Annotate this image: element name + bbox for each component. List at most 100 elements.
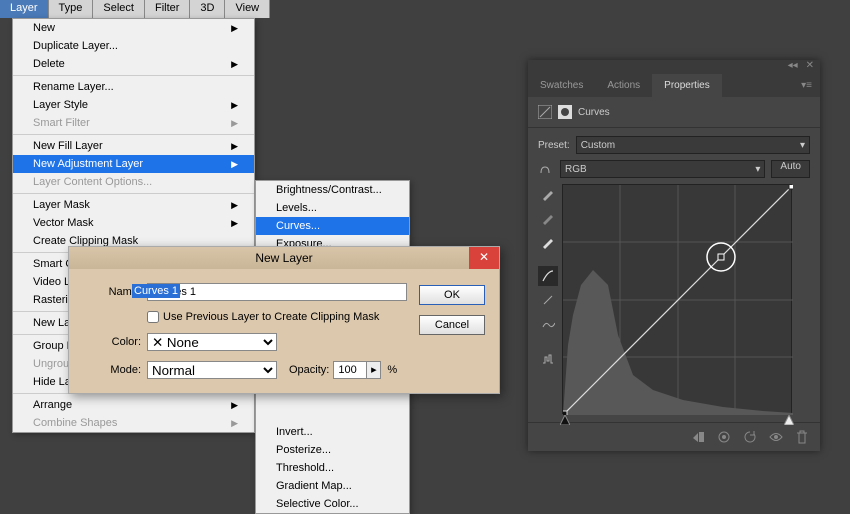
panel-menu-icon[interactable]: ▾≡ <box>793 74 820 97</box>
cancel-button[interactable]: Cancel <box>419 315 485 335</box>
pencil-curve-icon[interactable] <box>538 290 558 310</box>
menu-item-layer-mask[interactable]: Layer Mask▶ <box>13 196 254 214</box>
submenu-arrow-icon: ▶ <box>231 59 238 70</box>
point-curve-icon[interactable] <box>538 266 558 286</box>
opacity-input[interactable] <box>333 361 367 379</box>
submenu-item-posterize-[interactable]: Posterize... <box>256 441 409 459</box>
name-label: Name: <box>85 286 141 298</box>
opacity-label: Opacity: <box>289 364 329 376</box>
submenu-arrow-icon: ▶ <box>231 218 238 229</box>
trash-icon[interactable] <box>794 429 810 445</box>
eyedropper-gray-icon[interactable] <box>538 208 558 228</box>
smooth-icon[interactable] <box>538 314 558 334</box>
submenu-arrow-icon: ▶ <box>231 141 238 152</box>
name-input[interactable] <box>147 283 407 301</box>
dialog-title-bar[interactable]: New Layer ✕ <box>69 247 499 269</box>
view-previous-icon[interactable] <box>716 429 732 445</box>
menu-item-label: Layer Content Options... <box>33 176 152 188</box>
menu-item-label: Arrange <box>33 399 72 411</box>
panel-footer <box>528 422 820 451</box>
histogram-icon[interactable] <box>538 348 558 368</box>
menu-filter[interactable]: Filter <box>145 0 190 18</box>
eyedropper-black-icon[interactable] <box>538 184 558 204</box>
menu-item-label: Vector Mask <box>33 217 94 229</box>
menu-item-new-fill-layer[interactable]: New Fill Layer ▶ <box>13 137 254 155</box>
menu-item-new-adjustment-layer[interactable]: New Adjustment Layer ▶ <box>13 155 254 173</box>
submenu-item-label: Curves... <box>276 220 320 232</box>
channel-select[interactable]: RGB ▾ <box>560 160 765 178</box>
submenu-item-label: Brightness/Contrast... <box>276 184 382 196</box>
mask-icon <box>558 105 572 119</box>
menu-item-rename-layer-[interactable]: Rename Layer... <box>13 78 254 96</box>
reset-icon[interactable] <box>742 429 758 445</box>
preset-label: Preset: <box>538 140 570 151</box>
menu-item-layer-style[interactable]: Layer Style▶ <box>13 96 254 114</box>
submenu-item-label: Levels... <box>276 202 317 214</box>
auto-button[interactable]: Auto <box>771 160 810 178</box>
collapse-icon[interactable]: ◂◂ <box>788 60 798 74</box>
dialog-title: New Layer <box>255 251 312 265</box>
panel-tabs: Swatches Actions Properties ▾≡ <box>528 74 820 97</box>
curves-graph[interactable] <box>562 184 792 414</box>
tab-properties[interactable]: Properties <box>652 74 722 97</box>
submenu-item-invert-[interactable]: Invert... <box>256 423 409 441</box>
submenu-item-label: Posterize... <box>276 444 331 456</box>
finger-icon[interactable] <box>538 162 554 176</box>
submenu-item-label: Gradient Map... <box>276 480 352 492</box>
menu-item-label: Layer Style <box>33 99 88 111</box>
submenu-item-threshold-[interactable]: Threshold... <box>256 459 409 477</box>
menu-item-vector-mask[interactable]: Vector Mask ▶ <box>13 214 254 232</box>
curve-tools <box>538 184 558 414</box>
clipping-mask-label: Use Previous Layer to Create Clipping Ma… <box>163 311 379 323</box>
chevron-down-icon: ▾ <box>800 140 805 151</box>
clipping-mask-box[interactable] <box>147 311 159 323</box>
menu-view[interactable]: View <box>225 0 270 18</box>
opacity-flyout-icon[interactable]: ▸ <box>367 361 381 379</box>
app-menu-bar: Layer Type Select Filter 3D View <box>0 0 270 18</box>
clipping-mask-checkbox[interactable]: Use Previous Layer to Create Clipping Ma… <box>147 311 379 323</box>
menu-item-label: Duplicate Layer... <box>33 40 118 52</box>
menu-item-label: New Adjustment Layer <box>33 158 143 170</box>
menu-item-delete[interactable]: Delete▶ <box>13 55 254 73</box>
close-button[interactable]: ✕ <box>469 247 499 269</box>
menu-select[interactable]: Select <box>93 0 145 18</box>
submenu-item-brightness-contrast-[interactable]: Brightness/Contrast... <box>256 181 409 199</box>
menu-layer[interactable]: Layer <box>0 0 49 18</box>
menu-item-new[interactable]: New ▶ <box>13 19 254 37</box>
curve-point-white[interactable] <box>789 185 793 189</box>
submenu-arrow-icon: ▶ <box>231 159 238 170</box>
menu-item-label: Rename Layer... <box>33 81 114 93</box>
white-slider-icon[interactable] <box>784 415 794 425</box>
menu-item-label: New Fill Layer <box>33 140 103 152</box>
clip-to-layer-icon[interactable] <box>690 429 706 445</box>
panel-close-icon[interactable]: ✕ <box>806 60 814 74</box>
percent-label: % <box>387 364 397 376</box>
color-select[interactable]: ✕ None <box>147 333 277 351</box>
curve-handle[interactable] <box>718 254 724 260</box>
mode-select[interactable]: Normal <box>147 361 277 379</box>
chevron-down-icon: ▾ <box>755 164 760 175</box>
eyedropper-white-icon[interactable] <box>538 232 558 252</box>
tab-swatches[interactable]: Swatches <box>528 74 595 97</box>
menu-item-duplicate-layer-[interactable]: Duplicate Layer... <box>13 37 254 55</box>
menu-type[interactable]: Type <box>49 0 94 18</box>
menu-3d[interactable]: 3D <box>190 0 225 18</box>
properties-panel: ◂◂ ✕ Swatches Actions Properties ▾≡ Curv… <box>528 60 820 451</box>
menu-item-label: New <box>33 22 55 34</box>
preset-value: Custom <box>581 140 615 151</box>
submenu-item-label: Threshold... <box>276 462 334 474</box>
submenu-item-curves-[interactable]: Curves... <box>256 217 409 235</box>
menu-item-label: Smart Filter <box>33 117 90 129</box>
menu-item-arrange[interactable]: Arrange▶ <box>13 396 254 414</box>
ok-button[interactable]: OK <box>419 285 485 305</box>
submenu-item-gradient-map-[interactable]: Gradient Map... <box>256 477 409 495</box>
submenu-item-selective-color-[interactable]: Selective Color... <box>256 495 409 513</box>
visibility-icon[interactable] <box>768 429 784 445</box>
black-slider-icon[interactable] <box>560 415 570 425</box>
preset-select[interactable]: Custom ▾ <box>576 136 810 154</box>
submenu-arrow-icon: ▶ <box>231 418 238 429</box>
tab-actions[interactable]: Actions <box>595 74 652 97</box>
submenu-item-levels-[interactable]: Levels... <box>256 199 409 217</box>
submenu-arrow-icon: ▶ <box>231 23 238 34</box>
menu-item-label: Combine Shapes <box>33 417 117 429</box>
